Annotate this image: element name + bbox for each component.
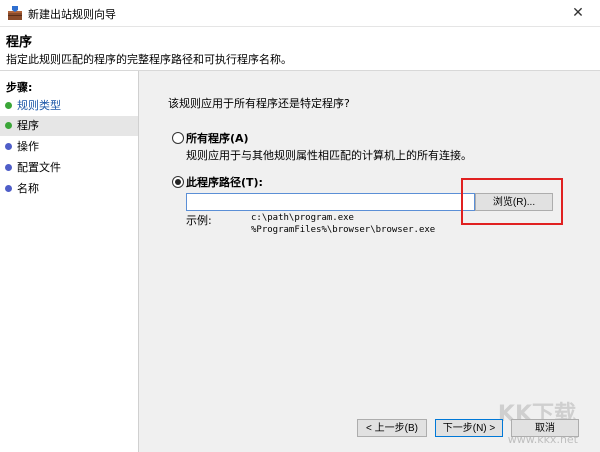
sidebar-item-action[interactable]: 操作 bbox=[0, 137, 138, 157]
firewall-icon bbox=[8, 6, 22, 20]
sidebar-item-rule-type[interactable]: 规则类型 bbox=[0, 96, 138, 116]
example-label: 示例: bbox=[186, 214, 212, 227]
sidebar-item-label: 名称 bbox=[17, 182, 39, 195]
sidebar-item-label: 程序 bbox=[17, 119, 39, 132]
step-pending-icon bbox=[5, 143, 12, 150]
wizard-header: 程序 指定此规则匹配的程序的完整程序路径和可执行程序名称。 bbox=[0, 27, 600, 71]
this-program-path-radio[interactable] bbox=[172, 176, 184, 188]
sidebar-item-program[interactable]: 程序 bbox=[0, 116, 138, 136]
wizard-content: 该规则应用于所有程序还是特定程序? 所有程序(A) 规则应用于与其他规则属性相匹… bbox=[139, 71, 600, 452]
browse-button[interactable]: 浏览(R)... bbox=[475, 193, 553, 211]
sidebar-item-label: 规则类型 bbox=[17, 99, 61, 112]
steps-title: 步骤: bbox=[6, 81, 33, 94]
step-pending-icon bbox=[5, 164, 12, 171]
all-programs-label[interactable]: 所有程序(A) bbox=[186, 130, 249, 146]
sidebar-item-label: 配置文件 bbox=[17, 161, 61, 174]
sidebar-item-profile[interactable]: 配置文件 bbox=[0, 158, 138, 178]
next-button[interactable]: 下一步(N) > bbox=[435, 419, 503, 437]
page-title: 程序 bbox=[6, 35, 33, 50]
step-done-icon bbox=[5, 102, 12, 109]
all-programs-radio[interactable] bbox=[172, 132, 184, 144]
steps-sidebar: 步骤: 规则类型 程序 操作 配置文件 名称 bbox=[0, 71, 139, 452]
window-title: 新建出站规则向导 bbox=[28, 8, 116, 21]
example-path-2: %ProgramFiles%\browser\browser.exe bbox=[251, 225, 436, 235]
back-button[interactable]: < 上一步(B) bbox=[357, 419, 427, 437]
example-path-1: c:\path\program.exe bbox=[251, 213, 354, 223]
this-program-path-label[interactable]: 此程序路径(T): bbox=[186, 174, 263, 190]
sidebar-item-name[interactable]: 名称 bbox=[0, 179, 138, 199]
page-description: 指定此规则匹配的程序的完整程序路径和可执行程序名称。 bbox=[6, 53, 292, 66]
sidebar-item-label: 操作 bbox=[17, 140, 39, 153]
cancel-button[interactable]: 取消 bbox=[511, 419, 579, 437]
close-button[interactable]: ✕ bbox=[556, 0, 600, 26]
program-path-input[interactable] bbox=[186, 193, 475, 211]
title-bar: 新建出站规则向导 ✕ bbox=[0, 0, 600, 27]
all-programs-description: 规则应用于与其他规则属性相匹配的计算机上的所有连接。 bbox=[186, 149, 472, 162]
step-pending-icon bbox=[5, 185, 12, 192]
step-current-icon bbox=[5, 122, 12, 129]
question-text: 该规则应用于所有程序还是特定程序? bbox=[168, 97, 350, 110]
